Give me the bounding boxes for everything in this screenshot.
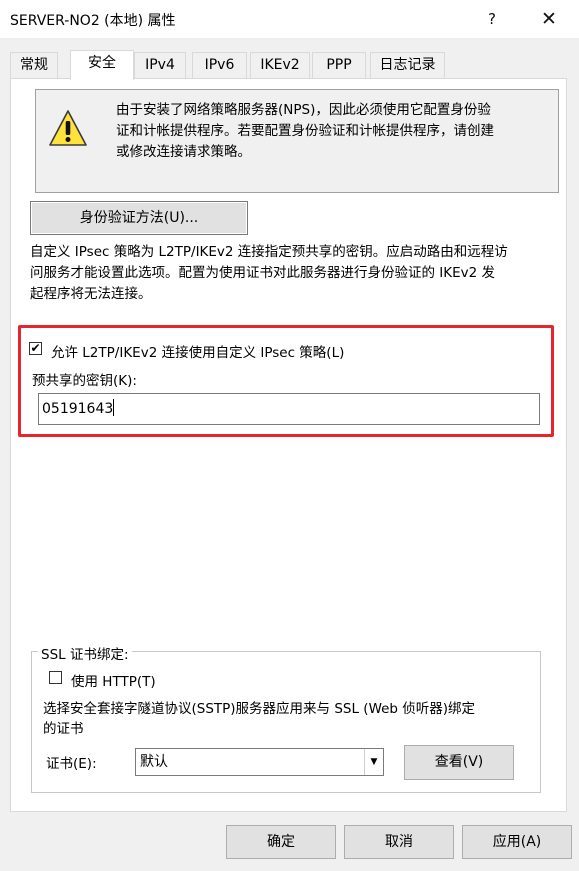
notice-line: 或修改连接请求策略。 xyxy=(116,144,251,160)
nps-notice: 由于安装了网络策略服务器(NPS)，因此必须使用它配置身份验 证和计帐提供程序。… xyxy=(35,89,559,193)
preshared-key-value: 05191643 xyxy=(42,401,114,417)
sstp-description-line: 的证书 xyxy=(43,721,84,737)
description-line: 自定义 IPsec 策略为 L2TP/IKEv2 连接指定预共享的密钥。应启动路… xyxy=(30,244,508,260)
security-tab-panel: 由于安装了网络策略服务器(NPS)，因此必须使用它配置身份验 证和计帐提供程序。… xyxy=(10,78,567,812)
notice-line: 证和计帐提供程序。若要配置身份验证和计帐提供程序，请创建 xyxy=(116,123,494,139)
window-title: SERVER-NO2 (本地) 属性 xyxy=(10,13,176,29)
tab-logging[interactable]: 日志记录 xyxy=(370,52,445,78)
chevron-down-icon[interactable]: ▼ xyxy=(364,749,383,775)
title-bar: SERVER-NO2 (本地) 属性 ? ✕ xyxy=(0,0,579,38)
use-http-label[interactable]: 使用 HTTP(T) xyxy=(71,670,156,690)
tab-ipv6[interactable]: IPv6 xyxy=(192,52,247,78)
authentication-methods-button[interactable]: 身份验证方法(U)... xyxy=(30,201,248,235)
certificate-selected-value: 默认 xyxy=(140,754,168,770)
cancel-button[interactable]: 取消 xyxy=(344,825,454,859)
ok-button[interactable]: 确定 xyxy=(226,825,336,859)
use-http-checkbox[interactable] xyxy=(49,671,62,684)
description-line: 问服务才能设置此选项。配置为使用证书对此服务器进行身份验证的 IKEv2 发 xyxy=(30,265,496,281)
preshared-key-label: 预共享的密钥(K): xyxy=(32,373,137,389)
certificate-dropdown[interactable]: 默认 ▼ xyxy=(135,748,384,776)
sstp-description: 选择安全套接字隧道协议(SSTP)服务器应用来与 SSL (Web 侦听器)绑定… xyxy=(43,699,533,739)
ssl-certificate-binding-group: SSL 证书绑定: 使用 HTTP(T) 选择安全套接字隧道协议(SSTP)服务… xyxy=(31,643,541,793)
close-button[interactable]: ✕ xyxy=(529,6,569,32)
tab-ipv4[interactable]: IPv4 xyxy=(134,52,186,78)
text-caret xyxy=(113,399,115,416)
description-line: 起程序将无法连接。 xyxy=(30,286,152,302)
tab-general[interactable]: 常规 xyxy=(10,52,58,78)
warning-icon xyxy=(49,110,87,146)
sstp-description-line: 选择安全套接字隧道协议(SSTP)服务器应用来与 SSL (Web 侦听器)绑定 xyxy=(43,701,476,717)
dialog-body: 常规 安全 IPv4 IPv6 IKEv2 PPP 日志记录 由于安装了网络策略… xyxy=(0,38,579,871)
custom-ipsec-policy-label[interactable]: 允许 L2TP/IKEv2 连接使用自定义 IPsec 策略(L) xyxy=(51,341,344,361)
custom-ipsec-policy-checkbox[interactable]: ✔ xyxy=(29,342,42,355)
preshared-key-input[interactable]: 05191643 xyxy=(38,393,540,425)
tab-ikev2[interactable]: IKEv2 xyxy=(250,52,310,78)
notice-line: 由于安装了网络策略服务器(NPS)，因此必须使用它配置身份验 xyxy=(116,102,491,118)
help-button[interactable]: ? xyxy=(472,6,512,32)
view-certificate-button[interactable]: 查看(V) xyxy=(404,745,514,780)
tab-security[interactable]: 安全 xyxy=(70,50,134,80)
certificate-label: 证书(E): xyxy=(46,756,97,772)
ipsec-description: 自定义 IPsec 策略为 L2TP/IKEv2 连接指定预共享的密钥。应启动路… xyxy=(30,242,558,305)
apply-button[interactable]: 应用(A) xyxy=(462,825,572,859)
tab-ppp[interactable]: PPP xyxy=(312,52,366,78)
notice-text: 由于安装了网络策略服务器(NPS)，因此必须使用它配置身份验 证和计帐提供程序。… xyxy=(116,100,546,163)
group-title: SSL 证书绑定: xyxy=(38,643,132,663)
